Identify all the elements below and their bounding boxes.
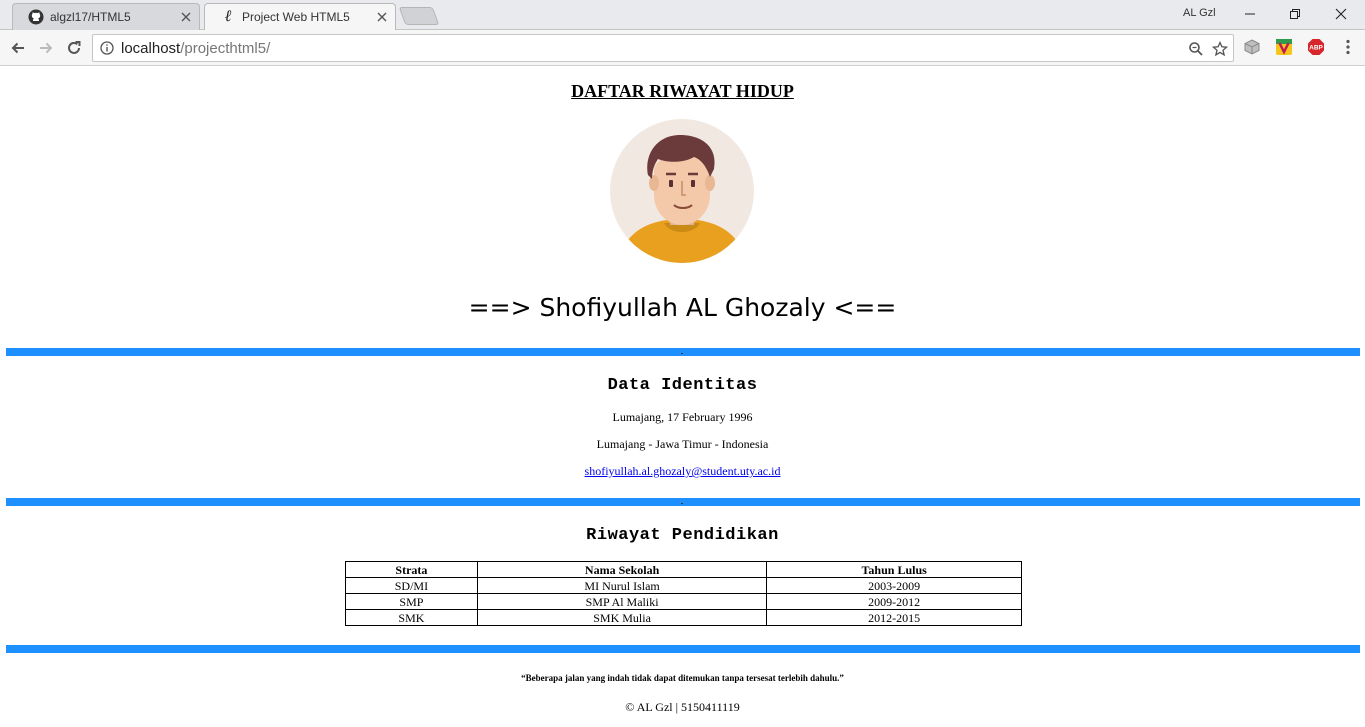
table-cell: SMP Al Maliki <box>476 593 768 610</box>
table-cell: 2012-2015 <box>766 609 1022 626</box>
identity-heading: Data Identitas <box>607 376 758 395</box>
tab-strip: algzl17/HTML5 ℓ Project Web HTML5 AL Gzl <box>0 0 1365 30</box>
divider-dot <box>681 353 683 354</box>
table-header-row: Strata Nama Sekolah Tahun Lulus <box>345 561 1022 578</box>
avatar <box>610 119 754 263</box>
tab-title: Project Web HTML5 <box>242 9 350 24</box>
table-cell: MI Nurul Islam <box>476 577 768 594</box>
education-table: Strata Nama Sekolah Tahun Lulus SD/MI MI… <box>345 561 1022 626</box>
close-window-icon[interactable] <box>1318 4 1364 24</box>
back-arrow-icon[interactable] <box>7 37 29 59</box>
column-header-year: Tahun Lulus <box>766 561 1022 578</box>
extension-cube-icon[interactable] <box>1243 38 1261 56</box>
column-header-strata: Strata <box>345 561 478 578</box>
table-cell: 2003-2009 <box>766 577 1022 594</box>
education-heading: Riwayat Pendidikan <box>586 526 779 545</box>
divider <box>6 498 1360 506</box>
extension-v-icon[interactable] <box>1275 38 1293 56</box>
table-cell: SMK Mulia <box>476 609 768 626</box>
table-cell: 2009-2012 <box>766 593 1022 610</box>
divider-dot <box>681 503 683 504</box>
tab-github[interactable]: algzl17/HTML5 <box>6 3 206 30</box>
table-row: SMK SMK Mulia 2012-2015 <box>345 609 1022 626</box>
address-bar[interactable]: localhost/projecthtml5/ <box>92 34 1234 62</box>
tab-project-web[interactable]: ℓ Project Web HTML5 <box>198 3 402 30</box>
star-icon[interactable] <box>1211 40 1229 58</box>
address-info: Lumajang - Jawa Timur - Indonesia <box>596 437 769 451</box>
minimize-icon[interactable] <box>1227 4 1273 24</box>
footer: © AL Gzl | 5150411119 <box>625 700 740 714</box>
birth-info: Lumajang, 17 February 1996 <box>612 410 753 424</box>
menu-dots-icon[interactable] <box>1339 38 1357 56</box>
profile-name[interactable]: AL Gzl <box>1183 7 1216 19</box>
divider <box>6 645 1360 653</box>
url-path: /projecthtml5/ <box>180 39 271 57</box>
divider <box>6 348 1360 356</box>
reload-icon[interactable] <box>63 37 85 59</box>
column-header-school: Nama Sekolah <box>476 561 768 578</box>
table-row: SMP SMP Al Maliki 2009-2012 <box>345 593 1022 610</box>
table-cell: SMK <box>345 609 478 626</box>
close-icon[interactable] <box>178 9 194 25</box>
url-host: localhost <box>121 39 181 57</box>
browser-toolbar: localhost/projecthtml5/ ABP <box>0 30 1365 66</box>
close-icon[interactable] <box>374 9 390 25</box>
table-row: SD/MI MI Nurul Islam 2003-2009 <box>345 577 1022 594</box>
info-icon[interactable] <box>99 40 115 56</box>
person-name: ==> Shofiyullah AL Ghozaly <== <box>468 293 897 322</box>
page-content: DAFTAR RIWAYAT HIDUP ==> Shofiyullah AL … <box>0 67 1365 727</box>
svg-text:ABP: ABP <box>1309 45 1323 52</box>
zoom-icon[interactable] <box>1187 40 1205 58</box>
new-tab-button[interactable] <box>398 7 440 25</box>
table-cell: SD/MI <box>345 577 478 594</box>
forward-arrow-icon[interactable] <box>35 37 57 59</box>
tab-title: algzl17/HTML5 <box>50 9 131 24</box>
adblock-icon[interactable]: ABP <box>1307 38 1325 56</box>
github-icon <box>28 9 44 25</box>
page-title: DAFTAR RIWAYAT HIDUP <box>571 81 794 101</box>
email-line: shofiyullah.al.ghozaly@student.uty.ac.id <box>0 464 1365 479</box>
restore-icon[interactable] <box>1272 4 1318 24</box>
quote: “Beberapa jalan yang indah tidak dapat d… <box>521 673 844 683</box>
table-cell: SMP <box>345 593 478 610</box>
script-l-icon: ℓ <box>224 7 232 25</box>
email-link[interactable]: shofiyullah.al.ghozaly@student.uty.ac.id <box>585 464 781 478</box>
